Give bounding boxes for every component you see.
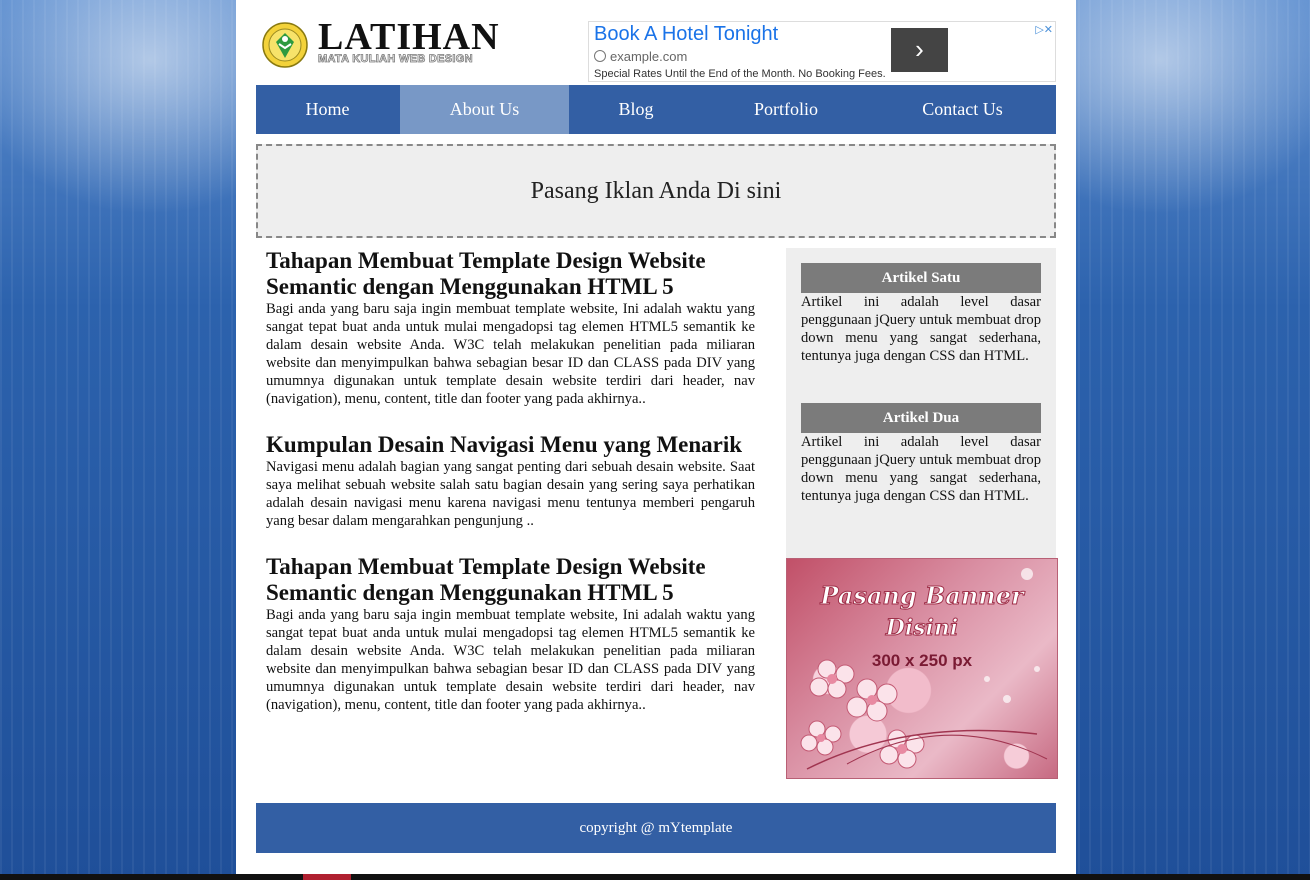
main-nav: Home About Us Blog Portfolio Contact Us: [256, 85, 1056, 134]
main-content: Tahapan Membuat Template Design Website …: [266, 248, 755, 714]
chevron-right-icon[interactable]: ›: [891, 28, 948, 72]
banner-size-label: 300 x 250 px: [871, 651, 973, 670]
bottom-bar: [0, 874, 1310, 880]
ad-choices-icon[interactable]: ▷✕: [1035, 23, 1053, 36]
nav-about-us[interactable]: About Us: [400, 85, 569, 134]
widget-title-artikel-dua[interactable]: Artikel Dua: [801, 403, 1041, 433]
article-excerpt: Navigasi menu adalah bagian yang sangat …: [266, 459, 755, 529]
article-title[interactable]: Tahapan Membuat Template Design Website …: [266, 248, 755, 300]
article-excerpt: Bagi anda yang baru saja ingin membuat t…: [266, 301, 755, 407]
article: Kumpulan Desain Navigasi Menu yang Menar…: [266, 432, 755, 530]
sidebar: Artikel Satu Artikel ini adalah level da…: [786, 248, 1058, 779]
bottom-bar-marker: [303, 874, 351, 880]
article-excerpt: Bagi anda yang baru saja ingin membuat t…: [266, 607, 755, 713]
banner-ad-image[interactable]: Pasang Banner Disini 300 x 250 px: [786, 558, 1058, 779]
ad-url-text: example.com: [610, 49, 688, 64]
widget-text: Artikel ini adalah level dasar penggunaa…: [801, 294, 1041, 364]
banner-heading: Pasang Banner: [820, 581, 1024, 611]
university-logo-icon[interactable]: [262, 22, 308, 68]
article: Tahapan Membuat Template Design Website …: [266, 554, 755, 714]
banner-subheading: Disini: [885, 615, 959, 642]
ad-description: Special Rates Until the End of the Month…: [594, 68, 886, 80]
article: Tahapan Membuat Template Design Website …: [266, 248, 755, 408]
widget-title-artikel-satu[interactable]: Artikel Satu: [801, 263, 1041, 293]
article-title[interactable]: Kumpulan Desain Navigasi Menu yang Menar…: [266, 432, 755, 458]
nav-blog[interactable]: Blog: [569, 85, 703, 134]
article-title[interactable]: Tahapan Membuat Template Design Website …: [266, 554, 755, 606]
ad-placeholder[interactable]: Pasang Iklan Anda Di sini: [256, 144, 1056, 238]
site-subtitle: MATA KULIAH WEB DESIGN: [318, 53, 473, 66]
ad-title[interactable]: Book A Hotel Tonight: [594, 23, 778, 46]
ad-url[interactable]: example.com: [594, 49, 687, 64]
widget-text: Artikel ini adalah level dasar penggunaa…: [801, 434, 1041, 504]
nav-home[interactable]: Home: [256, 85, 399, 134]
globe-icon: [594, 50, 606, 62]
footer: copyright @ mYtemplate: [256, 803, 1056, 853]
page-wrapper: LATIHAN MATA KULIAH WEB DESIGN Book A Ho…: [236, 0, 1076, 874]
ad-banner[interactable]: Book A Hotel Tonight example.com Special…: [588, 21, 1056, 82]
nav-contact-us[interactable]: Contact Us: [869, 85, 1056, 134]
nav-portfolio[interactable]: Portfolio: [703, 85, 869, 134]
